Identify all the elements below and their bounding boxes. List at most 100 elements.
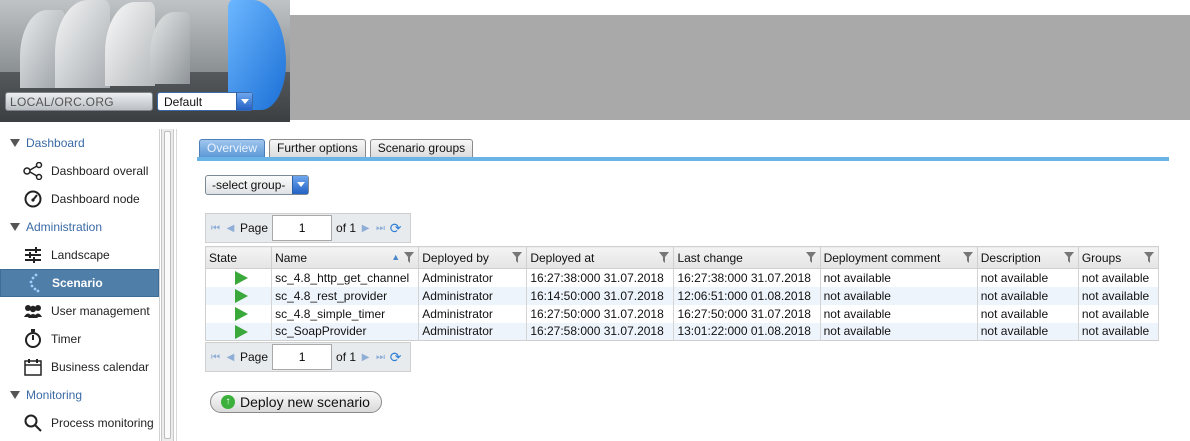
state-cell <box>205 268 273 287</box>
refresh-icon[interactable]: ⟳ <box>390 220 402 236</box>
sidebar-item-landscape[interactable]: Landscape <box>0 241 159 269</box>
sidebar-scrollbar[interactable] <box>161 129 174 441</box>
magnifier-icon <box>23 413 43 433</box>
deployment-comment-cell: not available <box>820 322 978 341</box>
sidebar-item-timer[interactable]: Timer <box>0 325 159 353</box>
filter-icon[interactable] <box>962 252 973 263</box>
table-row[interactable]: sc_4.8_http_get_channel Administrator 16… <box>205 268 1160 287</box>
last-change-cell: 13:01:22:000 01.08.2018 <box>673 322 821 341</box>
deployed-at-cell: 16:27:50:000 31.07.2018 <box>526 304 675 323</box>
deployed-at-cell: 16:27:58:000 31.07.2018 <box>526 322 675 341</box>
sidebar-item-business-calendar[interactable]: Business calendar <box>0 353 159 381</box>
sidebar-section-administration[interactable]: Administration <box>0 213 159 241</box>
table-header-row: State Name ▲ Deployed by Deployed at Last… <box>204 246 1160 269</box>
column-header-deployed-by[interactable]: Deployed by <box>418 246 528 269</box>
sidebar-item-dashboard-overall[interactable]: Dashboard overall <box>0 157 159 185</box>
deployed-at-cell: 16:27:38:000 31.07.2018 <box>526 268 675 287</box>
sidebar-section-dashboard[interactable]: Dashboard <box>0 129 159 157</box>
column-header-last-change[interactable]: Last change <box>673 246 821 269</box>
description-cell: not available <box>977 268 1079 287</box>
running-play-icon <box>235 271 248 286</box>
environment-select[interactable]: Default <box>157 92 253 111</box>
sliders-icon <box>23 245 43 265</box>
filter-icon[interactable] <box>1063 252 1074 263</box>
sidebar-item-dashboard-node[interactable]: Dashboard node <box>0 185 159 213</box>
collapse-triangle-icon <box>10 139 20 147</box>
gauge-icon <box>23 189 43 209</box>
prev-page-icon[interactable]: ◀ <box>225 223 236 234</box>
sidebar-item-scenario[interactable]: Scenario <box>0 269 159 297</box>
refresh-icon[interactable]: ⟳ <box>390 349 402 365</box>
page-count-label: of 1 <box>336 350 357 364</box>
name-cell[interactable]: sc_4.8_rest_provider <box>271 286 420 305</box>
deployed-by-cell: Administrator <box>418 268 528 287</box>
filter-icon[interactable] <box>512 252 523 263</box>
column-header-description[interactable]: Description <box>976 246 1079 269</box>
deployed-by-cell: Administrator <box>418 322 528 341</box>
filter-icon[interactable] <box>1144 252 1154 263</box>
last-page-icon[interactable]: ⏭ <box>375 223 386 234</box>
name-cell[interactable]: sc_SoapProvider <box>271 322 420 341</box>
first-page-icon[interactable]: ⏮ <box>210 352 221 363</box>
deployed-by-cell: Administrator <box>418 286 528 305</box>
tab-further-options[interactable]: Further options <box>269 139 366 157</box>
deployment-comment-cell: not available <box>820 286 978 305</box>
column-header-state[interactable]: State <box>204 246 273 269</box>
prev-page-icon[interactable]: ◀ <box>225 352 236 363</box>
group-select[interactable]: -select group- <box>205 175 309 195</box>
page-input[interactable] <box>272 215 333 241</box>
last-page-icon[interactable]: ⏭ <box>375 352 386 363</box>
next-page-icon[interactable]: ▶ <box>360 352 371 363</box>
column-header-deployed-at[interactable]: Deployed at <box>526 246 675 269</box>
pager-bottom: ⏮ ◀ Page of 1 ▶ ⏭ ⟳ <box>205 342 411 372</box>
sidebar-item-user-management[interactable]: User management <box>0 297 159 325</box>
collapse-triangle-icon <box>10 391 20 399</box>
scenario-table: State Name ▲ Deployed by Deployed at Last… <box>204 246 1160 341</box>
tab-scenario-groups[interactable]: Scenario groups <box>369 139 474 157</box>
deployed-at-cell: 16:14:50:000 31.07.2018 <box>526 286 675 305</box>
deploy-new-scenario-button[interactable]: ↑ Deploy new scenario <box>210 391 382 413</box>
tab-overview[interactable]: Overview <box>199 139 266 157</box>
page-input[interactable] <box>272 344 333 370</box>
state-cell <box>205 322 273 341</box>
filter-icon[interactable] <box>404 252 415 263</box>
state-cell <box>205 304 273 323</box>
groups-cell: not available <box>1078 286 1160 305</box>
running-play-icon <box>235 288 248 303</box>
name-cell[interactable]: sc_4.8_simple_timer <box>271 304 420 323</box>
filter-icon[interactable] <box>659 252 670 263</box>
last-change-cell: 16:27:50:000 31.07.2018 <box>673 304 821 323</box>
calendar-icon <box>23 357 43 377</box>
scrollbar-thumb[interactable] <box>164 131 171 439</box>
first-page-icon[interactable]: ⏮ <box>210 223 221 234</box>
chevron-down-icon <box>292 176 308 194</box>
table-row[interactable]: sc_SoapProvider Administrator 16:27:58:0… <box>205 322 1160 341</box>
last-change-cell: 16:27:38:000 31.07.2018 <box>673 268 821 287</box>
tab-bar: Overview Further options Scenario groups <box>199 139 474 157</box>
next-page-icon[interactable]: ▶ <box>360 223 371 234</box>
table-row[interactable]: sc_4.8_rest_provider Administrator 16:14… <box>205 286 1160 305</box>
pager-top: ⏮ ◀ Page of 1 ▶ ⏭ ⟳ <box>205 213 411 243</box>
running-play-icon <box>235 306 248 321</box>
organization-select[interactable]: LOCAL/ORC.ORG <box>5 92 153 111</box>
header: LOCAL/ORC.ORG Default <box>0 0 1190 122</box>
column-header-groups[interactable]: Groups <box>1077 246 1160 269</box>
page-count-label: of 1 <box>336 221 357 235</box>
column-header-name[interactable]: Name ▲ <box>271 246 420 269</box>
sort-ascending-icon: ▲ <box>391 252 401 262</box>
filter-icon[interactable] <box>805 252 816 263</box>
column-header-deployment-comment[interactable]: Deployment comment <box>819 246 978 269</box>
page-label: Page <box>240 221 269 235</box>
sidebar-item-process-monitoring[interactable]: Process monitoring <box>0 409 159 437</box>
deployed-by-cell: Administrator <box>418 304 528 323</box>
dotted-arc-icon <box>24 273 44 293</box>
name-cell[interactable]: sc_4.8_http_get_channel <box>271 268 420 287</box>
description-cell: not available <box>977 304 1079 323</box>
groups-cell: not available <box>1078 304 1160 323</box>
table-row[interactable]: sc_4.8_simple_timer Administrator 16:27:… <box>205 304 1160 323</box>
page-label: Page <box>240 350 269 364</box>
sidebar-section-monitoring[interactable]: Monitoring <box>0 381 159 409</box>
groups-cell: not available <box>1078 322 1160 341</box>
stopwatch-icon <box>23 329 43 349</box>
last-change-cell: 12:06:51:000 01.08.2018 <box>673 286 821 305</box>
